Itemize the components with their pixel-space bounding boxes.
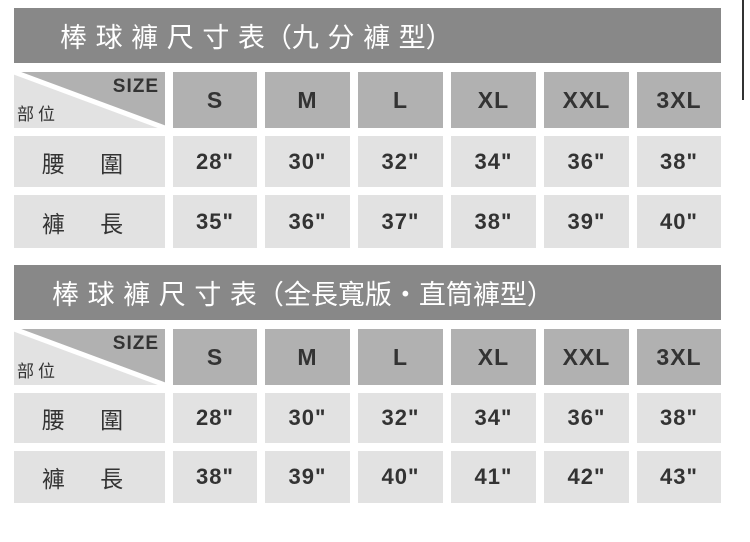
value-cell: 38" <box>173 451 257 503</box>
size-header-m: M <box>265 329 350 385</box>
value-cell: 40" <box>358 451 443 503</box>
value-cell: 39" <box>544 195 629 248</box>
table-title: 棒 球 褲 尺 寸 表（九 分 褲 型） <box>60 23 453 54</box>
part-header-label: 部位 <box>17 362 59 382</box>
value-cell: 34" <box>451 393 536 443</box>
size-header-3xl: 3XL <box>637 72 721 128</box>
part-header-label: 部位 <box>17 105 59 125</box>
value-cell: 38" <box>637 393 721 443</box>
size-header-row: SIZE 部位 S M L XL XXL 3XL <box>14 72 721 128</box>
size-header-xxl: XXL <box>544 72 629 128</box>
row-label-length: 褲 長 <box>14 195 165 248</box>
corner-header-cell: SIZE 部位 <box>14 72 165 128</box>
table-title: 棒 球 褲 尺 寸 表（全長寬版・直筒褲型） <box>52 280 554 311</box>
size-header-s: S <box>173 329 257 385</box>
size-header-label: SIZE <box>112 76 159 97</box>
table-row: 腰 圍 28" 30" 32" 34" 36" 38" <box>14 136 721 187</box>
value-cell: 35" <box>173 195 257 248</box>
value-cell: 40" <box>637 195 721 248</box>
value-cell: 37" <box>358 195 443 248</box>
table-row: 腰 圍 28" 30" 32" 34" 36" 38" <box>14 393 721 443</box>
size-header-xl: XL <box>451 329 536 385</box>
row-label-length: 褲 長 <box>14 451 165 503</box>
size-header-label: SIZE <box>112 333 159 354</box>
size-header-xl: XL <box>451 72 536 128</box>
size-header-row: SIZE 部位 S M L XL XXL 3XL <box>14 329 721 385</box>
row-label-waist: 腰 圍 <box>14 393 165 443</box>
row-label-waist: 腰 圍 <box>14 136 165 187</box>
size-header-m: M <box>265 72 350 128</box>
size-table-1: 棒 球 褲 尺 寸 表（九 分 褲 型） SIZE 部位 S M L XL XX… <box>14 8 721 248</box>
size-header-l: L <box>358 329 443 385</box>
size-header-l: L <box>358 72 443 128</box>
table-title-bar: 棒 球 褲 尺 寸 表（全長寬版・直筒褲型） <box>14 265 721 320</box>
value-cell: 28" <box>173 393 257 443</box>
size-header-xxl: XXL <box>544 329 629 385</box>
value-cell: 32" <box>358 136 443 187</box>
value-cell: 38" <box>637 136 721 187</box>
value-cell: 36" <box>544 136 629 187</box>
value-cell: 36" <box>544 393 629 443</box>
size-table-2: 棒 球 褲 尺 寸 表（全長寬版・直筒褲型） SIZE 部位 S M L XL … <box>14 265 721 503</box>
size-header-s: S <box>173 72 257 128</box>
table-title-bar: 棒 球 褲 尺 寸 表（九 分 褲 型） <box>14 8 721 63</box>
value-cell: 43" <box>637 451 721 503</box>
value-cell: 41" <box>451 451 536 503</box>
value-cell: 42" <box>544 451 629 503</box>
corner-header-cell: SIZE 部位 <box>14 329 165 385</box>
value-cell: 32" <box>358 393 443 443</box>
value-cell: 28" <box>173 136 257 187</box>
page-edge-line <box>742 0 744 100</box>
value-cell: 39" <box>265 451 350 503</box>
value-cell: 34" <box>451 136 536 187</box>
value-cell: 38" <box>451 195 536 248</box>
value-cell: 30" <box>265 136 350 187</box>
table-row: 褲 長 38" 39" 40" 41" 42" 43" <box>14 451 721 503</box>
table-row: 褲 長 35" 36" 37" 38" 39" 40" <box>14 195 721 248</box>
size-header-3xl: 3XL <box>637 329 721 385</box>
value-cell: 36" <box>265 195 350 248</box>
value-cell: 30" <box>265 393 350 443</box>
